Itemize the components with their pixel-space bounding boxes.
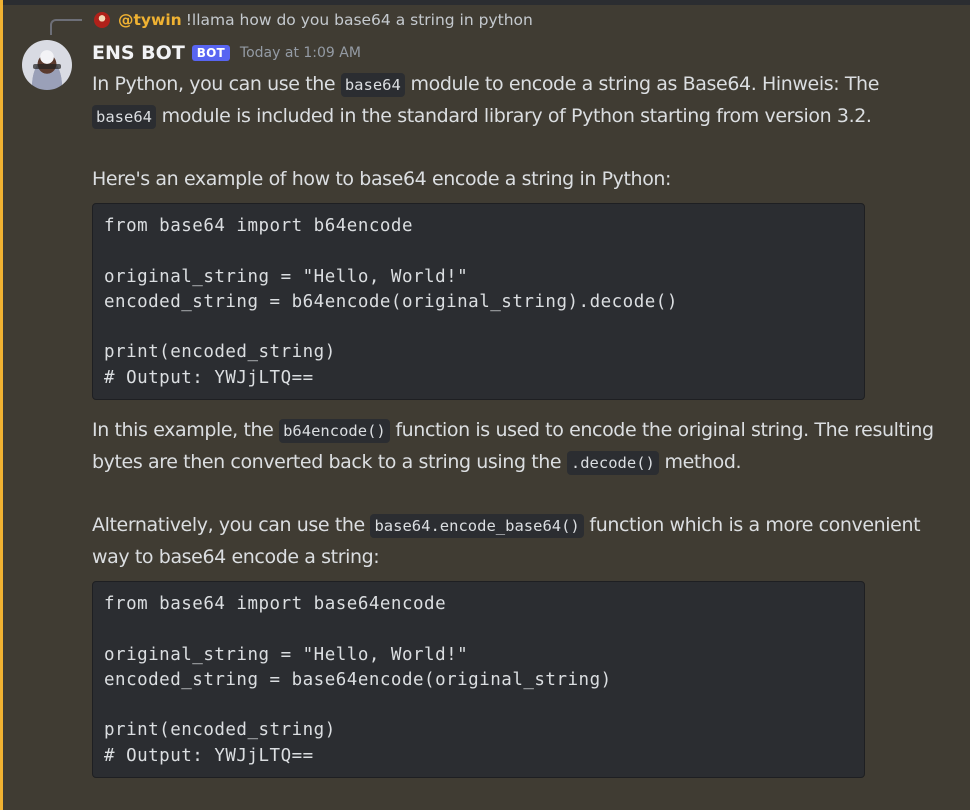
paragraph-example-intro: Here's an example of how to base64 encod… [92, 168, 672, 190]
reply-connector-icon [50, 19, 82, 35]
code-line: encoded_string = base64encode(original_s… [104, 669, 612, 690]
paragraph-intro: In Python, you can use the base64 module… [92, 69, 952, 133]
text-segment: module to encode a string as Base64. Hin… [404, 73, 879, 95]
code-line: # Output: YWJjLTQ== [104, 745, 314, 766]
reply-text[interactable]: !llama how do you base64 a string in pyt… [186, 11, 533, 29]
inline-code: base64.encode_base64() [370, 514, 584, 538]
code-line: from base64 import base64encode [104, 594, 447, 614]
inline-code: base64 [340, 73, 405, 97]
bot-avatar[interactable] [22, 40, 72, 90]
text-segment: Alternatively, you can use the [92, 514, 371, 536]
inline-code: .decode() [566, 451, 659, 475]
mention-highlight-bar [0, 0, 3, 810]
reply-avatar-icon[interactable] [94, 12, 110, 28]
top-divider [0, 0, 970, 5]
message-header: ENS BOT BOT Today at 1:09 AM [92, 39, 361, 67]
message-content: In Python, you can use the base64 module… [92, 69, 952, 793]
inline-code: base64 [92, 105, 156, 129]
inline-code: b64encode() [279, 419, 390, 443]
code-line: encoded_string = b64encode(original_stri… [104, 291, 678, 312]
reply-username[interactable]: @tywin [118, 11, 182, 29]
code-line: from base64 import b64encode [104, 216, 414, 236]
paragraph-explanation: In this example, the b64encode() functio… [92, 415, 952, 479]
bot-username[interactable]: ENS BOT [92, 42, 185, 64]
message-timestamp[interactable]: Today at 1:09 AM [240, 45, 361, 61]
bot-badge: BOT [191, 45, 230, 61]
code-line: print(encoded_string) [104, 342, 336, 363]
code-line: print(encoded_string) [104, 720, 336, 741]
text-segment: method. [658, 451, 742, 473]
code-line: original_string = "Hello, World!" [104, 644, 469, 665]
code-block: from base64 import base64encode original_… [92, 581, 865, 778]
code-block: from base64 import b64encode original_str… [92, 203, 865, 400]
text-segment: In Python, you can use the [92, 73, 341, 95]
text-segment: In this example, the [92, 419, 280, 441]
code-line: original_string = "Hello, World!" [104, 266, 469, 287]
text-segment: module is included in the standard libra… [156, 105, 872, 127]
code-line: # Output: YWJjLTQ== [104, 367, 314, 388]
paragraph-alternative: Alternatively, you can use the base64.en… [92, 510, 952, 573]
reply-preview[interactable]: @tywin !llama how do you base64 a string… [94, 8, 533, 32]
